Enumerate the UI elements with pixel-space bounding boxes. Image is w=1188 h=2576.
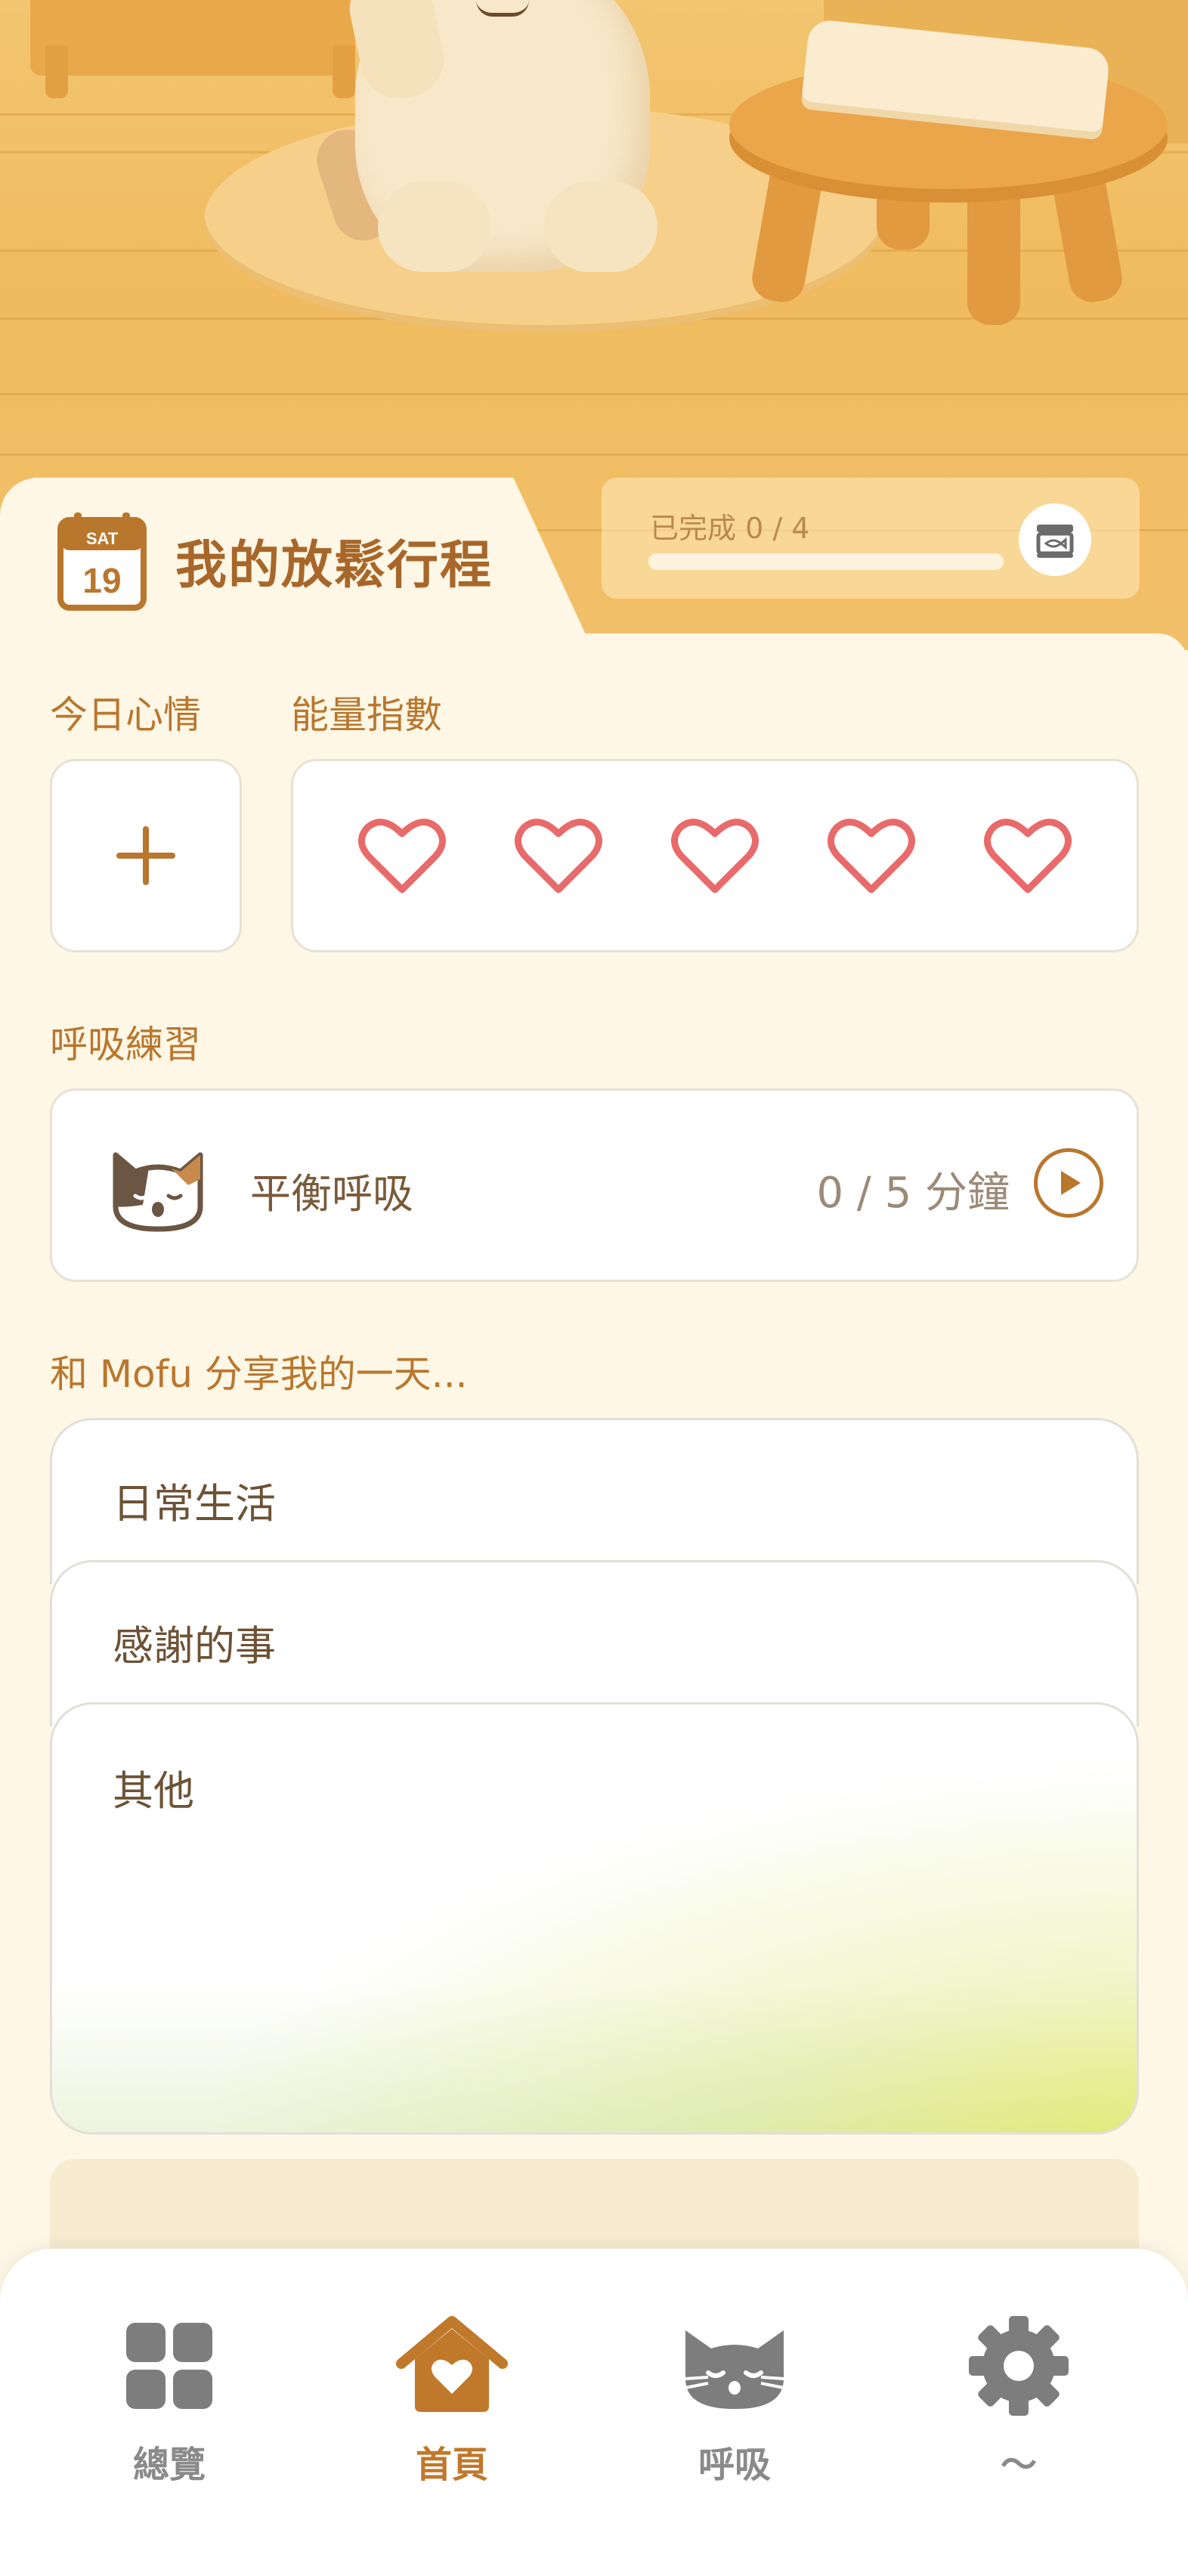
breathing-name: 平衡呼吸	[250, 1170, 413, 1218]
breathing-progress: 0 / 5 分鐘	[816, 1169, 1010, 1218]
calendar-icon: SAT 19	[57, 512, 147, 611]
nav-label: ～	[1000, 2444, 1037, 2486]
fish-can-icon[interactable]	[1019, 503, 1091, 576]
nav-item-settings[interactable]: ～	[928, 2309, 1109, 2488]
journal-entry-label: 感謝的事	[113, 1622, 276, 1670]
add-mood-button[interactable]	[50, 759, 242, 952]
heart-outline-icon[interactable]	[357, 814, 447, 897]
nav-item-breathing[interactable]: 呼吸	[644, 2309, 825, 2488]
plus-icon	[116, 826, 175, 885]
cat-face-icon	[113, 1152, 203, 1232]
journal-entry-gratitude[interactable]: 感謝的事	[50, 1560, 1139, 1726]
heart-outline-icon[interactable]	[982, 814, 1073, 897]
journal-entry-other[interactable]: 其他	[50, 1702, 1139, 2135]
progress-label: 已完成 0 / 4	[650, 512, 810, 545]
play-icon	[1061, 1171, 1081, 1195]
home-heart-icon	[396, 2316, 508, 2412]
calendar-day: 19	[82, 561, 121, 600]
mood-label: 今日心情	[50, 693, 201, 737]
journal-entry-daily[interactable]: 日常生活	[50, 1418, 1139, 1584]
nav-label: 呼吸	[698, 2444, 771, 2486]
nav-label: 總覽	[132, 2444, 206, 2486]
nav-label: 首頁	[415, 2444, 488, 2486]
energy-label: 能量指數	[291, 693, 442, 737]
gear-icon	[969, 2316, 1069, 2416]
daily-progress: 已完成 0 / 4	[602, 478, 1140, 599]
heart-outline-icon[interactable]	[670, 814, 760, 897]
nav-item-overview[interactable]: 總覽	[79, 2309, 260, 2488]
breathing-exercise-card[interactable]: 平衡呼吸 0 / 5 分鐘	[50, 1088, 1139, 1282]
nav-item-home[interactable]: 首頁	[361, 2309, 543, 2488]
calendar-weekday: SAT	[86, 529, 119, 548]
journal-entry-label: 其他	[113, 1767, 194, 1815]
journal-label: 和 Mofu 分享我的一天...	[50, 1352, 468, 1396]
page-title: 我的放鬆行程	[175, 536, 493, 596]
cat-face-icon	[685, 2330, 784, 2409]
journal-entry-label: 日常生活	[113, 1480, 276, 1528]
energy-rating	[291, 759, 1139, 952]
grid-icon	[126, 2323, 212, 2409]
heart-outline-icon[interactable]	[826, 814, 917, 897]
progress-bar	[648, 553, 1004, 570]
cabinet-illustration	[30, 0, 355, 76]
bottom-navigation: 總覽 首頁 呼吸 ～	[0, 2249, 1188, 2576]
heart-outline-icon[interactable]	[513, 814, 604, 897]
breathing-label: 呼吸練習	[50, 1023, 201, 1067]
play-button[interactable]	[1034, 1148, 1103, 1218]
